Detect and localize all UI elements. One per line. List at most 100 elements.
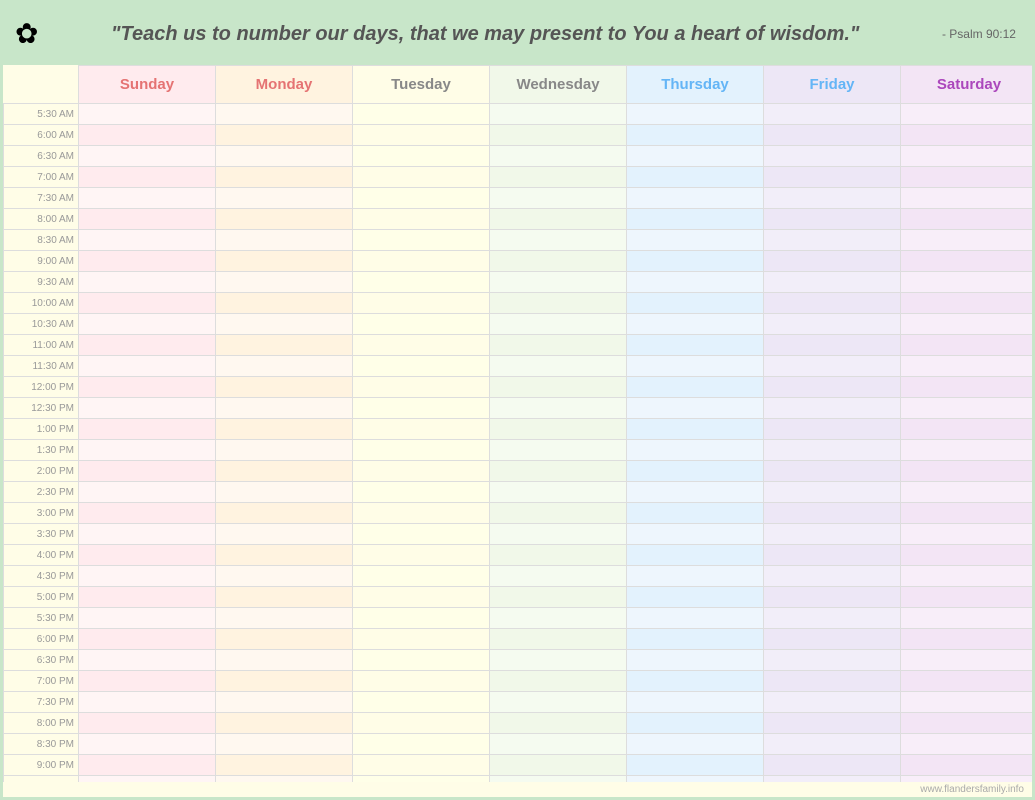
day-cell[interactable] <box>79 734 216 755</box>
day-cell[interactable] <box>79 587 216 608</box>
day-cell[interactable] <box>216 188 353 209</box>
day-cell[interactable] <box>490 251 627 272</box>
day-cell[interactable] <box>353 398 490 419</box>
day-cell[interactable] <box>490 188 627 209</box>
day-cell[interactable] <box>627 146 764 167</box>
day-cell[interactable] <box>490 629 627 650</box>
day-cell[interactable] <box>79 503 216 524</box>
day-cell[interactable] <box>353 230 490 251</box>
day-cell[interactable] <box>764 251 901 272</box>
day-cell[interactable] <box>353 566 490 587</box>
day-cell[interactable] <box>627 188 764 209</box>
day-cell[interactable] <box>764 587 901 608</box>
day-cell[interactable] <box>901 377 1033 398</box>
day-cell[interactable] <box>490 356 627 377</box>
day-cell[interactable] <box>490 272 627 293</box>
day-cell[interactable] <box>79 146 216 167</box>
day-cell[interactable] <box>901 755 1033 776</box>
day-cell[interactable] <box>901 524 1033 545</box>
day-cell[interactable] <box>627 734 764 755</box>
day-cell[interactable] <box>353 713 490 734</box>
day-cell[interactable] <box>353 146 490 167</box>
day-cell[interactable] <box>79 608 216 629</box>
day-cell[interactable] <box>764 608 901 629</box>
day-cell[interactable] <box>901 692 1033 713</box>
day-cell[interactable] <box>901 629 1033 650</box>
day-cell[interactable] <box>353 650 490 671</box>
day-cell[interactable] <box>216 734 353 755</box>
day-cell[interactable] <box>490 524 627 545</box>
day-cell[interactable] <box>490 167 627 188</box>
day-cell[interactable] <box>353 335 490 356</box>
day-cell[interactable] <box>901 566 1033 587</box>
day-cell[interactable] <box>764 503 901 524</box>
day-cell[interactable] <box>79 188 216 209</box>
day-cell[interactable] <box>901 335 1033 356</box>
day-cell[interactable] <box>901 314 1033 335</box>
day-cell[interactable] <box>353 272 490 293</box>
day-cell[interactable] <box>627 587 764 608</box>
day-cell[interactable] <box>764 734 901 755</box>
day-cell[interactable] <box>216 671 353 692</box>
day-cell[interactable] <box>216 335 353 356</box>
day-cell[interactable] <box>764 440 901 461</box>
day-cell[interactable] <box>490 104 627 125</box>
day-cell[interactable] <box>490 545 627 566</box>
day-cell[interactable] <box>353 356 490 377</box>
day-cell[interactable] <box>216 503 353 524</box>
day-cell[interactable] <box>216 356 353 377</box>
day-cell[interactable] <box>627 230 764 251</box>
day-cell[interactable] <box>764 272 901 293</box>
day-cell[interactable] <box>216 461 353 482</box>
day-cell[interactable] <box>79 293 216 314</box>
day-cell[interactable] <box>901 104 1033 125</box>
day-cell[interactable] <box>216 608 353 629</box>
day-cell[interactable] <box>79 272 216 293</box>
day-cell[interactable] <box>490 482 627 503</box>
day-cell[interactable] <box>627 650 764 671</box>
day-cell[interactable] <box>764 377 901 398</box>
day-cell[interactable] <box>764 524 901 545</box>
day-cell[interactable] <box>79 398 216 419</box>
day-cell[interactable] <box>901 125 1033 146</box>
day-cell[interactable] <box>627 482 764 503</box>
day-cell[interactable] <box>627 314 764 335</box>
day-cell[interactable] <box>353 545 490 566</box>
day-cell[interactable] <box>79 524 216 545</box>
day-cell[interactable] <box>490 314 627 335</box>
day-cell[interactable] <box>901 545 1033 566</box>
day-cell[interactable] <box>353 104 490 125</box>
day-cell[interactable] <box>79 356 216 377</box>
day-cell[interactable] <box>490 419 627 440</box>
day-cell[interactable] <box>79 545 216 566</box>
day-cell[interactable] <box>627 419 764 440</box>
day-cell[interactable] <box>627 461 764 482</box>
day-cell[interactable] <box>901 482 1033 503</box>
day-cell[interactable] <box>764 167 901 188</box>
day-cell[interactable] <box>490 650 627 671</box>
day-cell[interactable] <box>79 209 216 230</box>
day-cell[interactable] <box>216 755 353 776</box>
day-cell[interactable] <box>216 545 353 566</box>
day-cell[interactable] <box>216 146 353 167</box>
day-cell[interactable] <box>353 692 490 713</box>
day-cell[interactable] <box>353 377 490 398</box>
day-cell[interactable] <box>79 713 216 734</box>
day-cell[interactable] <box>627 545 764 566</box>
day-cell[interactable] <box>764 209 901 230</box>
day-cell[interactable] <box>79 482 216 503</box>
day-cell[interactable] <box>490 146 627 167</box>
day-cell[interactable] <box>901 713 1033 734</box>
day-cell[interactable] <box>353 125 490 146</box>
day-cell[interactable] <box>764 755 901 776</box>
day-cell[interactable] <box>79 629 216 650</box>
day-cell[interactable] <box>490 566 627 587</box>
day-cell[interactable] <box>216 167 353 188</box>
day-cell[interactable] <box>79 125 216 146</box>
day-cell[interactable] <box>764 230 901 251</box>
day-cell[interactable] <box>79 440 216 461</box>
day-cell[interactable] <box>79 167 216 188</box>
day-cell[interactable] <box>764 314 901 335</box>
day-cell[interactable] <box>79 230 216 251</box>
day-cell[interactable] <box>353 503 490 524</box>
